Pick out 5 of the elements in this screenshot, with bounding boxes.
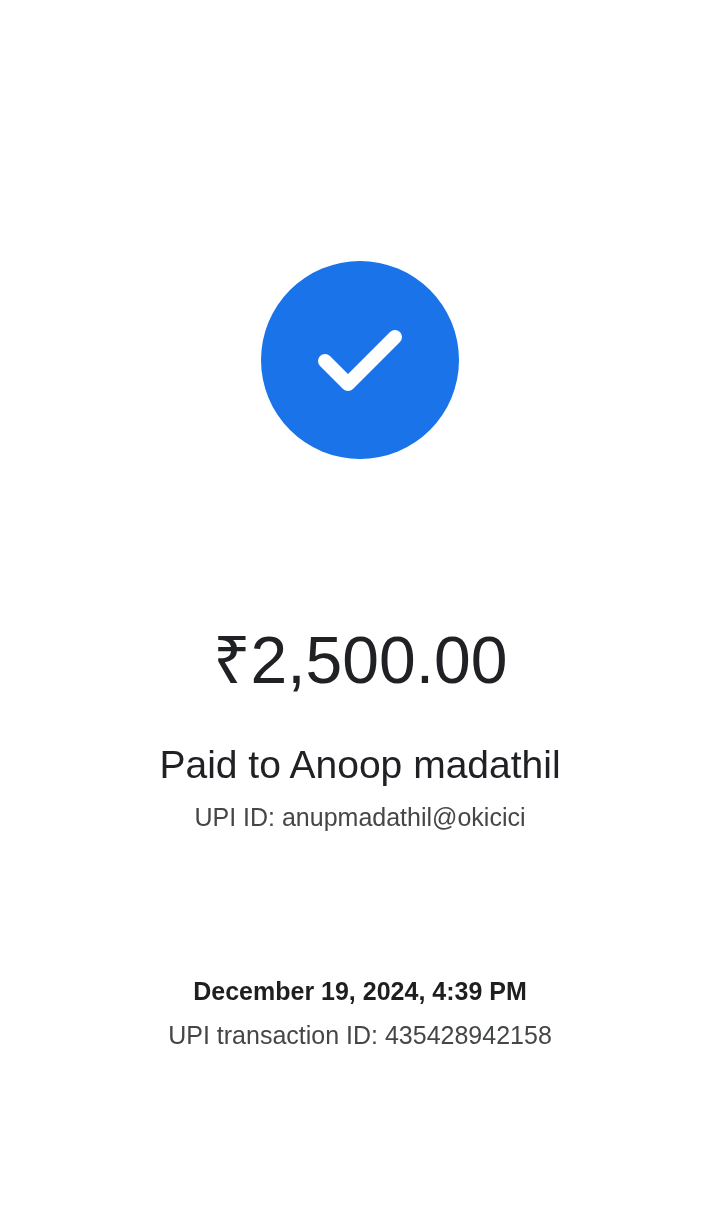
amount-text: ₹2,500.00 [212,622,508,699]
date-time-text: December 19, 2024, 4:39 PM [193,976,527,1007]
upi-id-text: UPI ID: anupmadathil@okicici [194,802,526,833]
transaction-id-text: UPI transaction ID: 435428942158 [168,1020,552,1051]
payee-name: Paid to Anoop madathil [159,742,561,788]
